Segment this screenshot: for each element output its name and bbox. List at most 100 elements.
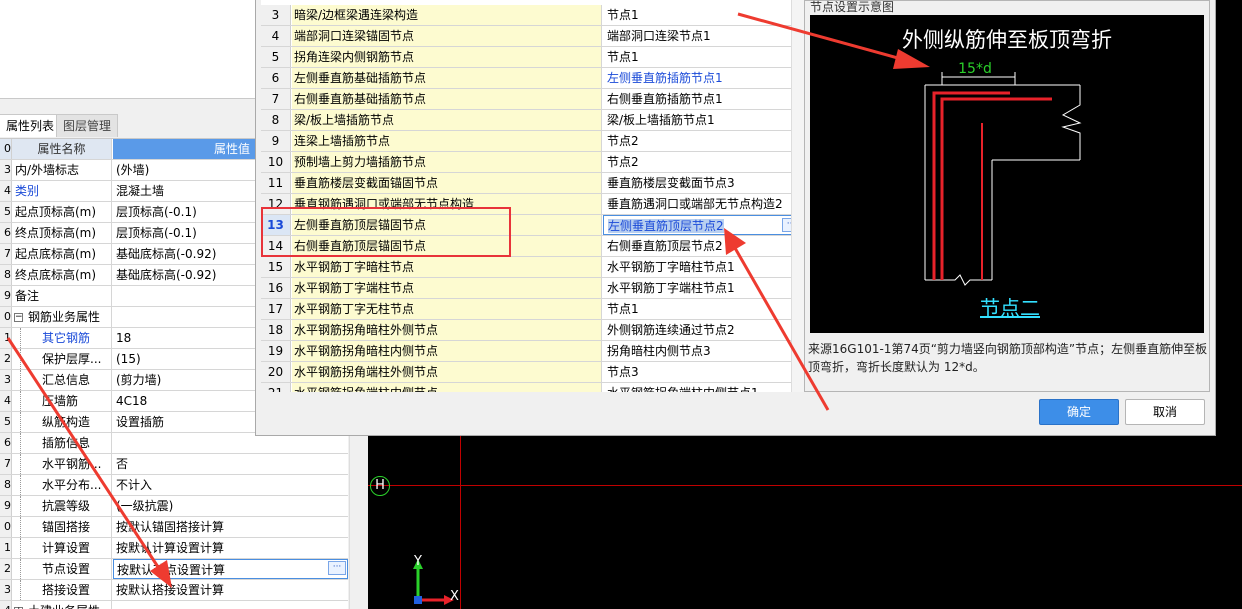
node-settings-dialog: 3 暗梁/边框梁遇连梁构造 节点1 4 端部洞口连梁锚固节点 端部洞口连梁节点1 5 拐角连梁… — [255, 0, 1216, 436]
node-table-row[interactable]: 15 水平钢筋丁字暗柱节点 水平钢筋丁字暗柱节点1 — [261, 257, 803, 278]
node-row-num: 3 — [261, 5, 291, 25]
node-table-row[interactable]: 21水平钢筋拐角端柱内侧节点水平钢筋拐角端柱内侧节点1 — [261, 383, 803, 392]
property-row[interactable]: 2 节点设置 按默认节点设置计算 ··· — [0, 559, 348, 580]
rebar-node-drawing: 外侧纵筋伸至板顶弯折 15*d 节点二 — [902, 28, 1112, 320]
tab-property-list[interactable]: 属性列表 — [0, 114, 62, 137]
node-value[interactable]: 节点2 — [603, 131, 803, 151]
node-value[interactable]: 垂直筋遇洞口或端部无节点构造2 — [603, 194, 803, 214]
cancel-button[interactable]: 取消 — [1125, 399, 1205, 425]
property-value[interactable]: 按默认搭接设置计算 — [113, 580, 348, 600]
property-row-num: 3 — [0, 370, 12, 390]
node-value[interactable]: 节点1 — [603, 299, 803, 319]
node-table-row[interactable]: 16 水平钢筋丁字端柱节点 水平钢筋丁字端柱节点1 — [261, 278, 803, 299]
ok-button[interactable]: 确定 — [1039, 399, 1119, 425]
node-name: 水平钢筋丁字端柱节点 — [292, 278, 602, 298]
node-value[interactable]: 节点2 — [603, 152, 803, 172]
property-row[interactable]: 6 插筋信息 — [0, 433, 348, 454]
property-row[interactable]: 8 水平分布... 不计入 — [0, 475, 348, 496]
node-name: 左侧垂直筋顶层锚固节点 — [292, 215, 602, 235]
node-value[interactable]: 水平钢筋丁字端柱节点1 — [603, 278, 803, 298]
node-value[interactable]: 端部洞口连梁节点1 — [603, 26, 803, 46]
property-name: 锚固搭接 — [12, 517, 112, 537]
property-name-label: 起点底标高(m) — [15, 247, 97, 261]
property-row[interactable]: 1 计算设置 按默认计算设置计算 — [0, 538, 348, 559]
node-name: 水平钢筋拐角暗柱内侧节点 — [292, 341, 602, 361]
property-row[interactable]: 0 锚固搭接 按默认锚固搭接计算 — [0, 517, 348, 538]
cad-canvas[interactable]: H Y X — [368, 436, 1242, 609]
node-value[interactable]: 梁/板上墙插筋节点1 — [603, 110, 803, 130]
node-table-row[interactable]: 7 右侧垂直筋基础插筋节点 右侧垂直筋插筋节点1 — [261, 89, 803, 110]
node-table-row[interactable]: 10 预制墙上剪力墙插筋节点 节点2 — [261, 152, 803, 173]
node-value[interactable]: 水平钢筋拐角端柱内侧节点1 — [603, 383, 803, 392]
property-name-label: 搭接设置 — [42, 583, 91, 597]
ellipsis-button[interactable]: ··· — [328, 561, 346, 575]
node-table-row[interactable]: 17 水平钢筋丁字无柱节点 节点1 — [261, 299, 803, 320]
property-row-num: 6 — [0, 223, 12, 243]
node-table-row[interactable]: 19 水平钢筋拐角暗柱内侧节点 拐角暗柱内侧节点3 — [261, 341, 803, 362]
property-row-num: 4 — [0, 601, 12, 609]
property-value[interactable] — [113, 601, 348, 609]
tab-layer-management[interactable]: 图层管理 — [56, 114, 119, 137]
node-value[interactable]: 右侧垂直筋顶层节点2 — [603, 236, 803, 256]
header-name: 属性名称 — [12, 139, 112, 159]
node-table-row[interactable]: 5 拐角连梁内侧钢筋节点 节点1 — [261, 47, 803, 68]
node-value[interactable]: 水平钢筋丁字暗柱节点1 — [603, 257, 803, 277]
node-value[interactable]: 左侧垂直筋顶层节点2··· — [603, 215, 803, 235]
expand-toggle-icon[interactable]: − — [14, 313, 23, 322]
property-name: − 钢筋业务属性 — [12, 307, 112, 327]
node-row-num: 7 — [261, 89, 291, 109]
node-name: 水平钢筋拐角端柱外侧节点 — [292, 362, 602, 382]
node-table-row[interactable]: 6 左侧垂直筋基础插筋节点 左侧垂直筋插筋节点1 — [261, 68, 803, 89]
node-table-row[interactable]: 18 水平钢筋拐角暗柱外侧节点 外侧钢筋连续通过节点2 — [261, 320, 803, 341]
property-name-label: 纵筋构造 — [42, 415, 91, 429]
property-name: 插筋信息 — [12, 433, 112, 453]
axis-label-x: X — [450, 589, 459, 604]
property-name: 起点底标高(m) — [12, 244, 112, 264]
preview-panel: 节点设置示意图 外侧纵筋伸至板顶弯折 15*d 节点二 来源16G101-1第7… — [804, 0, 1210, 392]
property-row-num: 1 — [0, 328, 12, 348]
property-value[interactable]: (一级抗震) — [113, 496, 348, 516]
node-name: 垂直筋楼层变截面锚固节点 — [292, 173, 602, 193]
node-value[interactable]: 拐角暗柱内侧节点3 — [603, 341, 803, 361]
property-row[interactable]: 3 搭接设置 按默认搭接设置计算 — [0, 580, 348, 601]
property-row[interactable]: 9 抗震等级 (一级抗震) — [0, 496, 348, 517]
node-value[interactable]: 节点1 — [603, 47, 803, 67]
property-name: 其它钢筋 — [12, 328, 112, 348]
node-table-row[interactable]: 8 梁/板上墙插筋节点 梁/板上墙插筋节点1 — [261, 110, 803, 131]
node-table-row[interactable]: 4 端部洞口连梁锚固节点 端部洞口连梁节点1 — [261, 26, 803, 47]
property-name-label: 终点顶标高(m) — [15, 226, 97, 240]
property-value[interactable]: 按默认节点设置计算 — [113, 559, 348, 579]
node-value[interactable]: 外侧钢筋连续通过节点2 — [603, 320, 803, 340]
node-table-row[interactable]: 14 右侧垂直筋顶层锚固节点 右侧垂直筋顶层节点2 — [261, 236, 803, 257]
node-label: 节点二 — [980, 296, 1040, 320]
node-value[interactable]: 垂直筋楼层变截面节点3 — [603, 173, 803, 193]
node-table-scrollbar[interactable] — [791, 0, 804, 392]
node-value[interactable]: 左侧垂直筋插筋节点1 — [603, 68, 803, 88]
node-table-row[interactable]: 11 垂直筋楼层变截面锚固节点 垂直筋楼层变截面节点3 — [261, 173, 803, 194]
property-value[interactable]: 按默认计算设置计算 — [113, 538, 348, 558]
property-value[interactable]: 否 — [113, 454, 348, 474]
node-table-row[interactable]: 12 垂直钢筋遇洞口或端部无节点构造 垂直筋遇洞口或端部无节点构造2 — [261, 194, 803, 215]
node-name: 梁/板上墙插筋节点 — [292, 110, 602, 130]
property-value[interactable]: 不计入 — [113, 475, 348, 495]
node-value-text: 拐角暗柱内侧节点3 — [607, 344, 711, 358]
property-value[interactable] — [113, 433, 348, 453]
drawing-area-top — [0, 0, 256, 98]
node-value-text: 左侧垂直筋顶层节点2 — [608, 219, 724, 233]
node-value-text: 节点2 — [607, 134, 639, 148]
property-name: 压墙筋 — [12, 391, 112, 411]
property-row[interactable]: 4+土建业务属性 — [0, 601, 348, 609]
node-row-num: 6 — [261, 68, 291, 88]
node-table-row[interactable]: 3 暗梁/边框梁遇连梁构造 节点1 — [261, 5, 803, 26]
node-value[interactable]: 节点1 — [603, 5, 803, 25]
property-value[interactable]: 按默认锚固搭接计算 — [113, 517, 348, 537]
property-name: 备注 — [12, 286, 112, 306]
node-table-row[interactable]: 13左侧垂直筋顶层锚固节点左侧垂直筋顶层节点2··· — [261, 215, 803, 236]
property-row[interactable]: 7 水平钢筋... 否 — [0, 454, 348, 475]
node-table-row[interactable]: 20 水平钢筋拐角端柱外侧节点 节点3 — [261, 362, 803, 383]
node-value[interactable]: 节点3 — [603, 362, 803, 382]
node-table-row[interactable]: 9 连梁上墙插筋节点 节点2 — [261, 131, 803, 152]
node-value[interactable]: 右侧垂直筋插筋节点1 — [603, 89, 803, 109]
node-name: 左侧垂直筋基础插筋节点 — [292, 68, 602, 88]
node-value-text: 节点1 — [607, 302, 639, 316]
